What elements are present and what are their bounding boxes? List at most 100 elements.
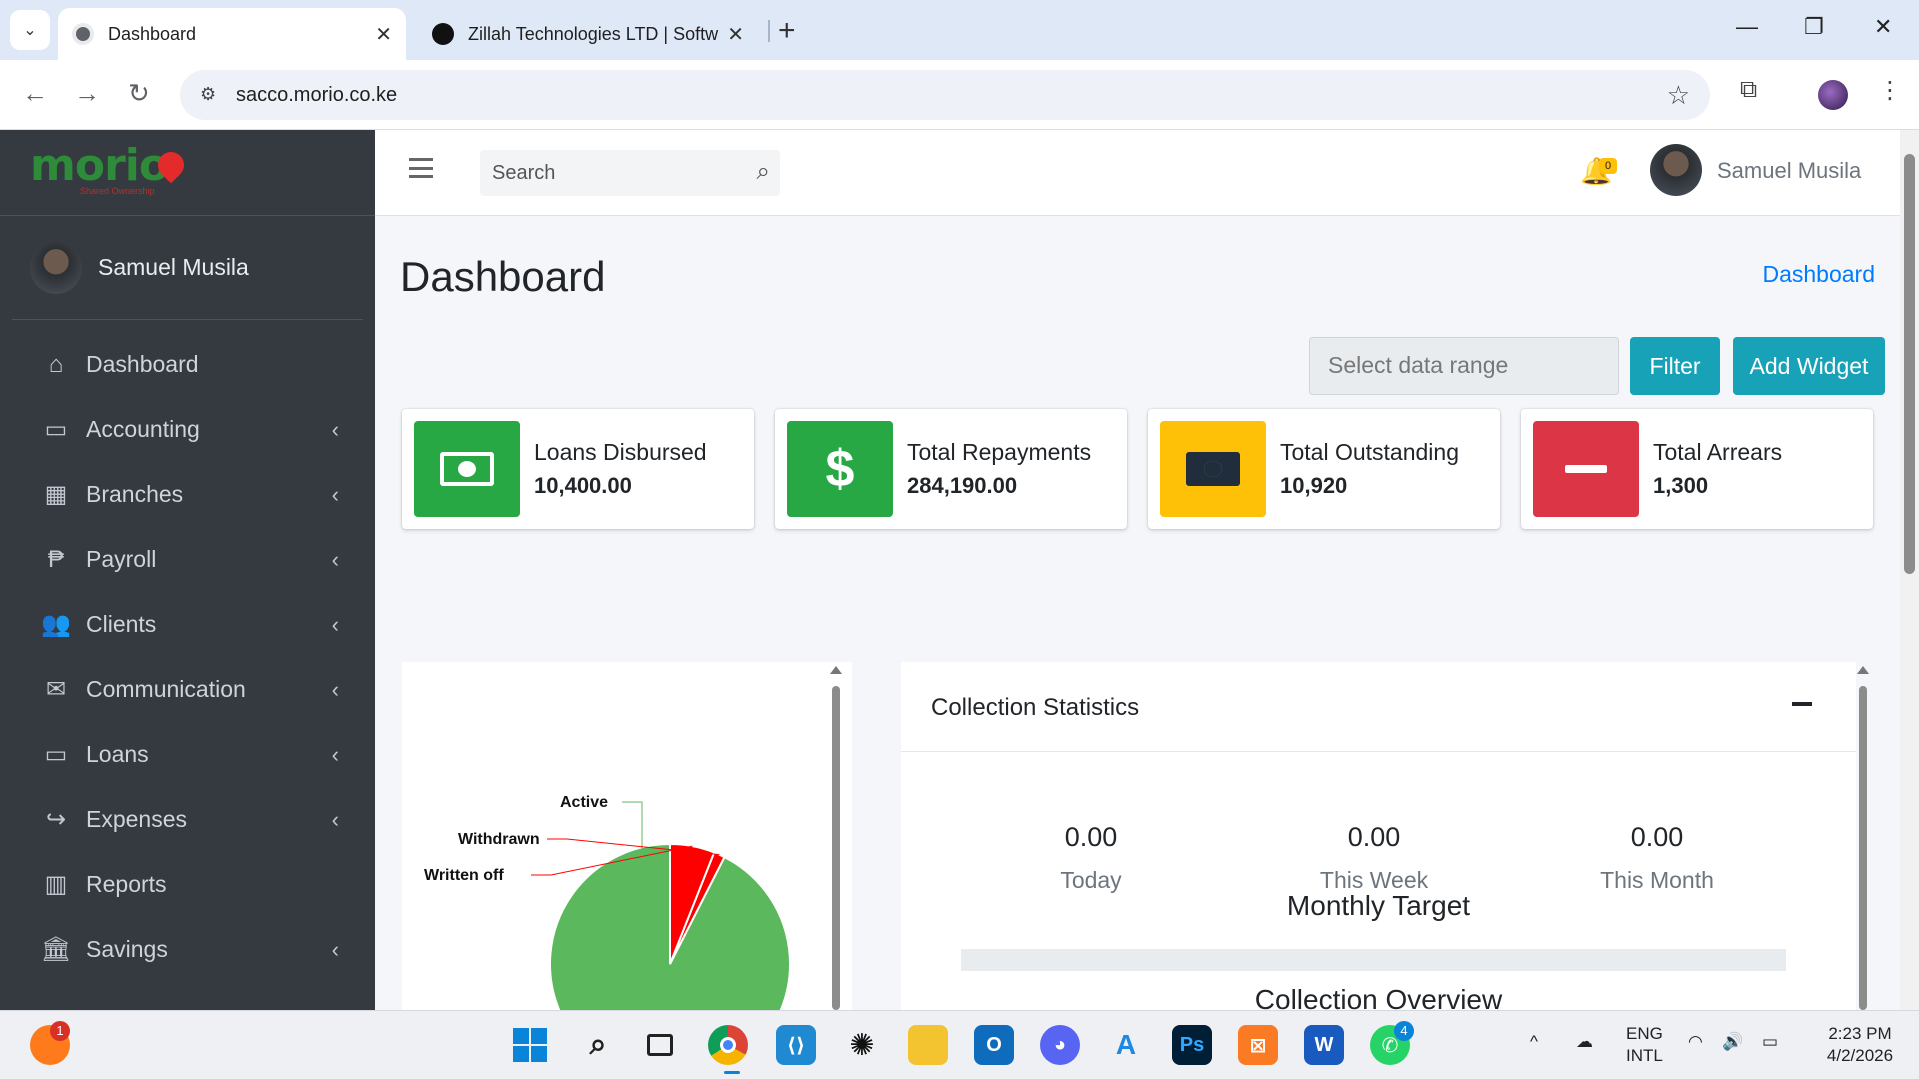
home-icon: ⌂ — [48, 350, 64, 378]
chevron-down-icon: ⌄ — [23, 22, 37, 39]
info-box-label: Loans Disbursed — [534, 439, 707, 465]
sidebar-item-label: Expenses — [86, 806, 188, 832]
tab-search-button[interactable]: ⌄ — [10, 10, 50, 50]
info-box-value: 10,920 — [1280, 473, 1348, 498]
clock[interactable]: 2:23 PM 4/2/2026 — [1810, 1023, 1910, 1067]
show-hidden-icons-icon[interactable]: ^ — [1530, 1031, 1538, 1053]
scroll-up-arrow[interactable] — [830, 666, 842, 674]
chrome-icon[interactable] — [708, 1025, 748, 1065]
task-view-icon[interactable] — [640, 1025, 680, 1065]
photoshop-icon[interactable]: Ps — [1172, 1025, 1212, 1065]
xampp-icon[interactable]: ⊠ — [1238, 1025, 1278, 1065]
vscode-icon[interactable]: ⟨⟩ — [776, 1025, 816, 1065]
chevron-left-icon: ‹ — [331, 416, 339, 442]
minimize-button[interactable]: — — [1736, 14, 1758, 40]
search-input[interactable]: Search ⌕ — [480, 150, 780, 196]
card-scrollbar[interactable] — [830, 662, 842, 1010]
browser-profile-avatar[interactable] — [1818, 80, 1848, 110]
sidebar-item-reports[interactable]: ▥ Reports — [0, 852, 375, 917]
info-box-total-outstanding[interactable]: Total Outstanding 10,920 — [1148, 409, 1500, 529]
tab-zillah[interactable]: Zillah Technologies LTD | Softwa ✕ — [418, 8, 758, 60]
chatgpt-icon[interactable]: ✺ — [842, 1025, 882, 1065]
avatar[interactable] — [1650, 144, 1702, 196]
sidebar-item-label: Loans — [86, 741, 149, 767]
main-content: Dashboard Dashboard Select data range Fi… — [375, 217, 1900, 1079]
info-box-total-arrears[interactable]: Total Arrears 1,300 — [1521, 409, 1873, 529]
scroll-thumb[interactable] — [1904, 154, 1915, 574]
collection-statistics-card: Collection Statistics 0.00 Today 0.00 Th… — [901, 662, 1856, 1010]
brand-logo[interactable]: morio Shared Ownership — [0, 130, 375, 216]
navbar-user-name[interactable]: Samuel Musila — [1717, 158, 1861, 184]
wifi-icon[interactable]: ◠ — [1688, 1031, 1703, 1053]
chevron-left-icon: ‹ — [331, 676, 339, 702]
brand-name: morio — [30, 140, 169, 191]
onedrive-icon[interactable]: ☁ — [1576, 1031, 1593, 1053]
word-icon[interactable]: W — [1304, 1025, 1344, 1065]
search-icon[interactable]: ⌕ — [757, 158, 770, 186]
sidebar-item-loans[interactable]: ▭ Loans ‹ — [0, 722, 375, 787]
scroll-up-arrow[interactable] — [1857, 666, 1869, 674]
money-bill-icon: ▭ — [44, 741, 68, 768]
users-icon: 👥 — [41, 611, 71, 638]
outlook-icon[interactable]: O — [974, 1025, 1014, 1065]
sidebar-item-clients[interactable]: 👥 Clients ‹ — [0, 592, 375, 657]
sidebar-item-branches[interactable]: ▦ Branches ‹ — [0, 462, 375, 527]
breadcrumb[interactable]: Dashboard — [1762, 261, 1875, 288]
sidebar-item-savings[interactable]: 🏛 Savings ‹ — [0, 917, 375, 982]
info-box-value: 1,300 — [1653, 473, 1709, 498]
tab-dashboard[interactable]: Dashboard ✕ — [58, 8, 406, 60]
forward-icon[interactable]: → — [74, 78, 100, 109]
collapse-icon[interactable] — [1792, 702, 1812, 706]
reload-icon[interactable]: ↻ — [128, 78, 150, 109]
close-tab-icon[interactable]: ✕ — [375, 22, 392, 47]
address-bar[interactable]: ⚙ sacco.morio.co.ke ☆ — [180, 70, 1710, 120]
close-tab-icon[interactable]: ✕ — [727, 22, 744, 47]
sidebar-item-communication[interactable]: ✉ Communication ‹ — [0, 657, 375, 722]
card-scrollbar[interactable] — [1857, 662, 1869, 1010]
notification-badge: 0 — [1599, 158, 1617, 174]
notification-badge: 1 — [50, 1021, 70, 1041]
scroll-thumb[interactable] — [1859, 686, 1867, 1010]
globe-icon — [72, 23, 94, 45]
sidebar-item-label: Savings — [86, 936, 168, 962]
sidebar-item-dashboard[interactable]: ⌂ Dashboard — [0, 332, 375, 397]
info-box-label: Total Outstanding — [1280, 439, 1460, 465]
card-title: Collection Statistics — [931, 694, 1140, 721]
app-store-icon[interactable]: A — [1106, 1025, 1146, 1065]
page-scrollbar[interactable] — [1900, 130, 1919, 1010]
tab-separator — [768, 20, 770, 42]
sidebar-user-panel[interactable]: Samuel Musila — [12, 216, 363, 320]
filter-button[interactable]: Filter — [1630, 337, 1720, 395]
collection-overview-label: Collection Overview — [1254, 984, 1503, 1010]
client-status-pie-card: Active Withdrawn Written off — [402, 662, 852, 1079]
back-icon[interactable]: ← — [22, 78, 48, 109]
search-icon[interactable]: ⌕ — [578, 1025, 618, 1065]
sidebar-item-expenses[interactable]: ↪ Expenses ‹ — [0, 787, 375, 852]
restore-button[interactable]: ❐ — [1804, 14, 1824, 40]
top-navbar: Search ⌕ 🔔 0 Samuel Musila — [375, 130, 1900, 216]
windows-start-icon[interactable] — [510, 1025, 550, 1065]
sidebar: morio Shared Ownership Samuel Musila ⌂ D… — [0, 130, 375, 1010]
extensions-icon[interactable]: ⧉ — [1740, 76, 1757, 104]
file-explorer-icon[interactable] — [908, 1025, 948, 1065]
date-range-input[interactable]: Select data range — [1309, 337, 1619, 395]
sidebar-item-accounting[interactable]: ▭ Accounting ‹ — [0, 397, 375, 462]
battery-icon[interactable]: ▭ — [1762, 1031, 1778, 1053]
browser-menu-icon[interactable]: ⋮ — [1878, 76, 1902, 105]
sidebar-item-payroll[interactable]: ₱ Payroll ‹ — [0, 527, 375, 592]
volume-icon[interactable]: 🔊 — [1722, 1031, 1743, 1053]
bank-icon: 🏛 — [40, 936, 72, 963]
info-box-loans-disbursed[interactable]: Loans Disbursed 10,400.00 — [402, 409, 754, 529]
close-window-button[interactable]: ✕ — [1874, 14, 1892, 40]
menu-toggle-icon[interactable] — [409, 158, 433, 178]
info-box-total-repayments[interactable]: $ Total Repayments 284,190.00 — [775, 409, 1127, 529]
discord-icon[interactable]: ◕ — [1040, 1025, 1080, 1065]
bookmark-star-icon[interactable]: ☆ — [1667, 80, 1690, 111]
url-text: sacco.morio.co.ke — [236, 83, 398, 106]
site-info-icon[interactable]: ⚙ — [200, 84, 216, 105]
add-widget-button[interactable]: Add Widget — [1733, 337, 1885, 395]
sidebar-item-label: Communication — [86, 676, 246, 702]
scroll-thumb[interactable] — [832, 686, 840, 1010]
new-tab-button[interactable]: + — [778, 14, 796, 48]
language-indicator[interactable]: ENG INTL — [1626, 1023, 1663, 1067]
